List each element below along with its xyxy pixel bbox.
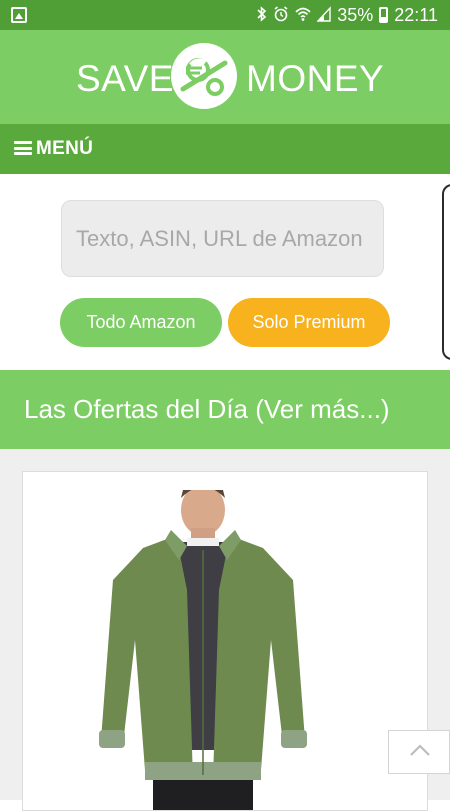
menu-bar[interactable]: MENÚ [0,124,450,174]
menu-label[interactable]: MENÚ [36,138,93,160]
chevron-up-icon [410,744,430,756]
battery-percent: 35% [337,4,374,25]
image-notification-icon [11,7,27,23]
side-drawer-handle[interactable] [442,184,450,360]
alarm-icon [273,6,289,24]
green-jacket-product-image[interactable] [83,490,323,810]
premium-only-button[interactable]: Solo Premium [228,298,390,347]
offers-title-link[interactable]: Las Ofertas del Día (Ver más...) [24,394,390,425]
search-input[interactable] [61,200,384,277]
site-header: SAVE MONEY [0,30,450,124]
bluetooth-icon [257,6,267,24]
scroll-to-top-button[interactable] [388,730,450,774]
hamburger-icon[interactable] [14,141,32,155]
euro-percent-icon[interactable] [171,43,237,109]
logo-text-save[interactable]: SAVE [76,58,174,100]
offers-content [0,449,450,811]
battery-icon [379,7,389,23]
wifi-icon [295,6,311,24]
search-section: Todo Amazon Solo Premium [0,174,450,370]
signal-icon [316,6,331,24]
all-amazon-button[interactable]: Todo Amazon [60,298,222,347]
product-card[interactable] [22,471,428,811]
status-bar: 35% 22:11 [0,0,450,30]
status-icons: 35% 22:11 [257,4,438,26]
offers-header[interactable]: Las Ofertas del Día (Ver más...) [0,370,450,449]
clock: 22:11 [394,4,438,25]
logo-text-money[interactable]: MONEY [246,58,384,100]
